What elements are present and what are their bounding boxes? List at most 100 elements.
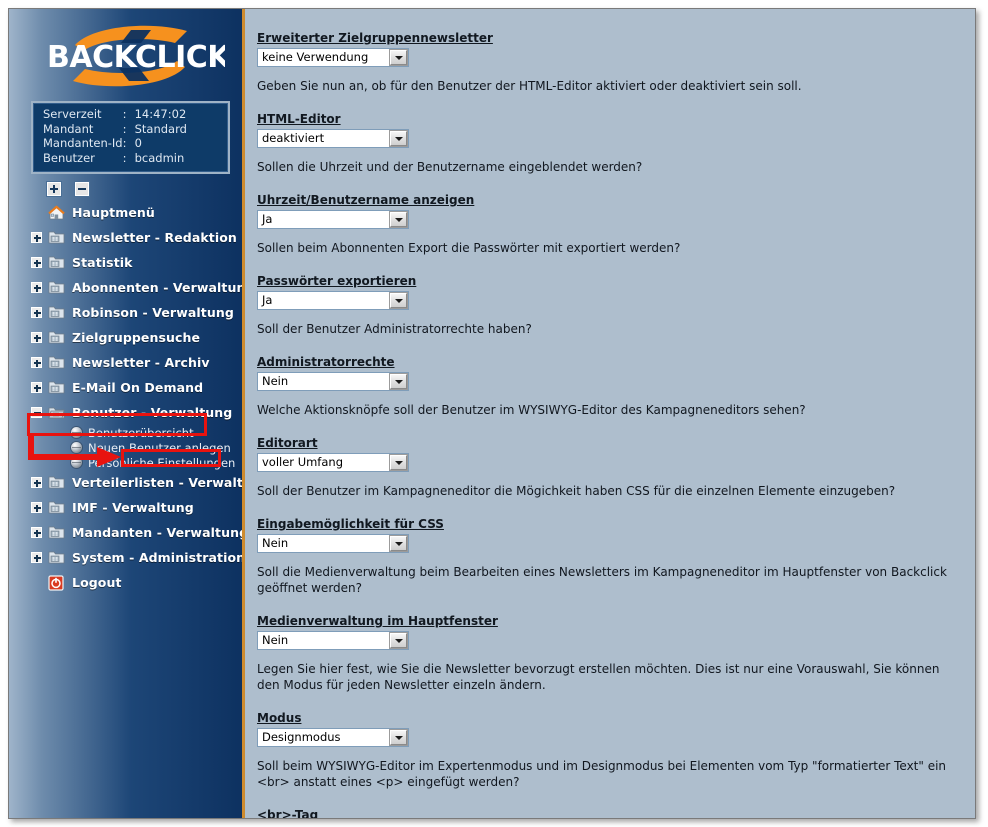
expand-toggle-plus-icon[interactable] xyxy=(31,527,42,538)
expand-toggle-plus-icon[interactable] xyxy=(31,502,42,513)
sidebar-item-verteilerlisten-verwaltung[interactable]: Verteilerlisten - Verwaltung xyxy=(9,470,244,495)
home-icon xyxy=(48,205,65,219)
collapse-all-button[interactable] xyxy=(75,182,89,196)
sidebar-item-label: Statistik xyxy=(72,255,133,270)
field-label: Passwörter exportieren xyxy=(257,274,417,288)
sidebar-item-statistik[interactable]: Statistik xyxy=(9,250,244,275)
chevron-down-icon[interactable] xyxy=(390,633,407,648)
server-info-box: Serverzeit : 14:47:02 Mandant : Standard… xyxy=(31,101,230,174)
select-dropdown[interactable]: Nein xyxy=(257,372,409,391)
logout-icon xyxy=(48,574,66,591)
expand-toggle-plus-icon[interactable] xyxy=(31,477,42,488)
chevron-down-icon[interactable] xyxy=(390,212,407,227)
select-value: Nein xyxy=(262,374,289,388)
sidebar-subitem-label: Neuen Benutzer anlegen xyxy=(88,440,231,455)
sidebar: BACKCLICK Serverzeit : 14:47:02 Mandant xyxy=(9,9,245,818)
select-dropdown[interactable]: Nein xyxy=(257,631,409,650)
chevron-down-icon[interactable] xyxy=(390,455,407,470)
minus-icon xyxy=(78,188,86,190)
chevron-down-icon[interactable] xyxy=(390,730,407,745)
sidebar-item-label: Zielgruppensuche xyxy=(72,330,201,345)
sidebar-subitem-benutzer-bersicht[interactable]: Benutzerübersicht xyxy=(9,425,244,440)
plus-icon xyxy=(36,235,38,242)
sidebar-item-label: Mandanten - Verwaltung xyxy=(72,525,245,540)
info-value: 14:47:02 xyxy=(134,107,187,121)
chevron-down-icon[interactable] xyxy=(390,131,407,146)
expand-toggle-plus-icon[interactable] xyxy=(31,257,42,268)
plus-icon xyxy=(36,260,38,267)
main-content: Erweiterter Zielgruppennewsletter keine V… xyxy=(245,9,975,818)
sidebar-item-robinson-verwaltung[interactable]: Robinson - Verwaltung xyxy=(9,300,244,325)
sidebar-item-logout[interactable]: Logout xyxy=(9,570,244,595)
sidebar-item-mandanten-verwaltung[interactable]: Mandanten - Verwaltung xyxy=(9,520,244,545)
expand-toggle-plus-icon[interactable] xyxy=(31,282,42,293)
info-row-benutzer: Benutzer : bcadmin xyxy=(43,150,187,167)
folder-icon xyxy=(48,330,66,346)
collapse-toggle-minus-icon[interactable] xyxy=(31,407,42,418)
plus-icon xyxy=(36,530,38,537)
plus-icon xyxy=(36,360,38,367)
plus-icon xyxy=(53,185,55,193)
select-dropdown[interactable]: deaktiviert xyxy=(257,129,409,148)
select-dropdown[interactable]: keine Verwendung xyxy=(257,48,409,67)
sidebar-item-newsletter-redaktion[interactable]: Newsletter - Redaktion xyxy=(9,225,244,250)
info-value: Standard xyxy=(134,121,187,136)
expand-toggle-plus-icon[interactable] xyxy=(31,382,42,393)
info-key: Benutzer xyxy=(43,150,95,165)
sidebar-item-imf-verwaltung[interactable]: IMF - Verwaltung xyxy=(9,495,244,520)
form-field: Uhrzeit/Benutzername anzeigen Ja xyxy=(257,189,957,229)
folder-icon xyxy=(48,525,66,541)
sidebar-subitem-neuen-benutzer-anlegen[interactable]: Neuen Benutzer anlegen xyxy=(9,440,244,455)
folder-open-icon xyxy=(48,405,66,421)
plus-icon xyxy=(36,335,38,342)
expand-toggle-plus-icon[interactable] xyxy=(31,552,42,563)
expand-toggle-plus-icon[interactable] xyxy=(31,232,42,243)
svg-text:BACKCLICK: BACKCLICK xyxy=(47,40,225,75)
select-dropdown[interactable]: voller Umfang xyxy=(257,453,409,472)
minus-icon xyxy=(34,412,41,414)
folder-icon xyxy=(48,331,65,343)
sidebar-item-benutzer-verwaltung[interactable]: Benutzer - Verwaltung xyxy=(9,400,244,425)
expand-toggle-plus-icon[interactable] xyxy=(31,307,42,318)
chevron-down-icon[interactable] xyxy=(390,293,407,308)
sidebar-item-e-mail-on-demand[interactable]: E-Mail On Demand xyxy=(9,375,244,400)
select-dropdown[interactable]: Designmodus xyxy=(257,728,409,747)
sidebar-item-newsletter-archiv[interactable]: Newsletter - Archiv xyxy=(9,350,244,375)
field-label: Medienverwaltung im Hauptfenster xyxy=(257,614,498,628)
sidebar-item-label: Verteilerlisten - Verwaltung xyxy=(72,475,244,490)
expand-toggle-plus-icon[interactable] xyxy=(31,332,42,343)
help-text: Sollen die Uhrzeit und der Benutzername … xyxy=(257,160,643,174)
sidebar-item-zielgruppensuche[interactable]: Zielgruppensuche xyxy=(9,325,244,350)
sidebar-subitem-pers-nliche-einstellungen[interactable]: Persönliche Einstellungen xyxy=(9,455,244,470)
sidebar-item-abonnenten-verwaltung[interactable]: Abonnenten - Verwaltung xyxy=(9,275,244,300)
expand-all-button[interactable] xyxy=(47,182,61,196)
select-dropdown[interactable]: Ja xyxy=(257,291,409,310)
folder-icon xyxy=(48,475,66,491)
expand-toggle-plus-icon[interactable] xyxy=(31,357,42,368)
sidebar-item-system-administration[interactable]: System - Administration xyxy=(9,545,244,570)
folder-icon xyxy=(48,355,66,371)
form-field: Administratorrechte Nein xyxy=(257,351,957,391)
select-dropdown[interactable]: Nein xyxy=(257,534,409,553)
chevron-down-icon[interactable] xyxy=(390,536,407,551)
sidebar-subitem-label: Persönliche Einstellungen xyxy=(88,455,236,470)
chevron-down-icon[interactable] xyxy=(390,374,407,389)
select-value: Designmodus xyxy=(262,730,341,744)
field-label: Administratorrechte xyxy=(257,355,395,369)
plus-icon xyxy=(36,385,38,392)
sidebar-item-hauptmen[interactable]: Hauptmenü xyxy=(9,200,244,225)
select-dropdown[interactable]: Ja xyxy=(257,210,409,229)
tree-controls xyxy=(47,182,244,196)
chevron-down-icon[interactable] xyxy=(390,50,407,65)
